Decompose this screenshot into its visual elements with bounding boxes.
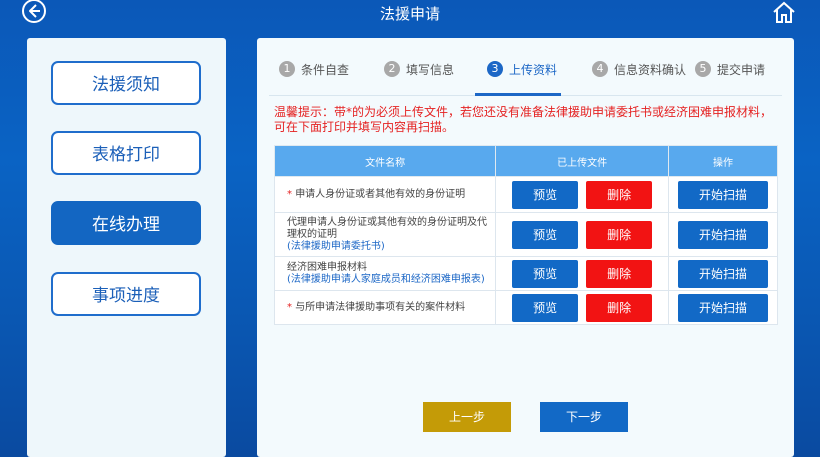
next-step-button[interactable]: 下一步	[540, 402, 628, 432]
preview-button[interactable]: 预览	[512, 220, 579, 249]
start-scan-button[interactable]: 开始扫描	[678, 293, 769, 322]
column-header-action: 操作	[668, 145, 778, 177]
step-4: 4 信息资料确认	[592, 60, 686, 78]
step-label: 填写信息	[406, 62, 455, 77]
table-row: * 与所申请法律援助事项有关的案件材料 预览 删除 开始扫描	[273, 290, 778, 325]
prev-step-button[interactable]: 上一步	[423, 402, 511, 432]
tip-text: 温馨提示：带*的为必须上传文件，若您还没有准备法律援助申请委托书或经济困难申报材…	[274, 105, 773, 134]
preview-button[interactable]: 预览	[512, 180, 579, 209]
step-number: 3	[487, 61, 503, 77]
file-name-cell: * 申请人身份证或者其他有效的身份证明	[273, 176, 497, 213]
sidebar-item-notice[interactable]: 法援须知	[51, 61, 201, 105]
step-indicator: 1 条件自查 2 填写信息 3 上传资料 4 信息资料确认 5 提交申请	[257, 38, 794, 96]
uploaded-cell: 预览 删除	[495, 290, 670, 325]
page-title: 法援申请	[379, 5, 440, 23]
step-label: 提交申请	[717, 62, 766, 77]
action-cell: 开始扫描	[668, 290, 778, 325]
step-1: 1 条件自查	[279, 60, 349, 78]
table-header: 文件名称 已上传文件 操作	[273, 145, 778, 177]
required-mark: *	[287, 301, 296, 313]
step-5: 5 提交申请	[695, 60, 765, 78]
sidebar-item-progress[interactable]: 事项进度	[51, 272, 201, 316]
delete-button[interactable]: 删除	[586, 259, 653, 288]
start-scan-button[interactable]: 开始扫描	[678, 220, 769, 249]
step-label: 上传资料	[509, 62, 558, 77]
step-number: 4	[592, 61, 608, 77]
file-name: 代理申请人身份证或其他有效的身份证明及代理权的证明	[287, 216, 487, 240]
main-panel: 1 条件自查 2 填写信息 3 上传资料 4 信息资料确认 5 提交申请 温馨提…	[257, 38, 794, 457]
column-header-name: 文件名称	[273, 145, 497, 177]
start-scan-button[interactable]: 开始扫描	[678, 180, 769, 209]
delete-button[interactable]: 删除	[586, 180, 653, 209]
home-icon[interactable]	[770, 0, 798, 26]
file-name-cell: 代理申请人身份证或其他有效的身份证明及代理权的证明 (法律援助申请委托书)	[273, 212, 497, 257]
step-number: 2	[384, 61, 400, 77]
preview-button[interactable]: 预览	[512, 259, 579, 288]
table-row: * 申请人身份证或者其他有效的身份证明 预览 删除 开始扫描	[273, 176, 778, 213]
uploaded-cell: 预览 删除	[495, 176, 670, 213]
step-number: 5	[695, 61, 711, 77]
sidebar-item-online-apply[interactable]: 在线办理	[51, 201, 201, 245]
table-row: 代理申请人身份证或其他有效的身份证明及代理权的证明 (法律援助申请委托书) 预览 …	[273, 212, 778, 257]
file-subtitle: (法律援助申请人家庭成员和经济困难申报表)	[287, 273, 485, 285]
file-name: 与所申请法律援助事项有关的案件材料	[295, 301, 466, 313]
upload-table: 文件名称 已上传文件 操作 * 申请人身份证或者其他有效的身份证明 预览 删除 …	[273, 145, 778, 325]
table-row: 经济困难申报材料 (法律援助申请人家庭成员和经济困难申报表) 预览 删除 开始扫描	[273, 256, 778, 291]
required-mark: *	[287, 188, 296, 200]
sidebar-item-print-forms[interactable]: 表格打印	[51, 131, 201, 175]
file-subtitle: (法律援助申请委托书)	[287, 240, 385, 252]
step-label: 条件自查	[301, 62, 350, 77]
uploaded-cell: 预览 删除	[495, 212, 670, 257]
step-2: 2 填写信息	[384, 60, 454, 78]
file-name: 申请人身份证或者其他有效的身份证明	[295, 188, 466, 200]
column-header-uploaded: 已上传文件	[495, 145, 670, 177]
step-3: 3 上传资料	[487, 60, 557, 78]
top-bar: 法援申请	[0, 0, 820, 30]
file-name-cell: 经济困难申报材料 (法律援助申请人家庭成员和经济困难申报表)	[273, 256, 497, 291]
step-number: 1	[279, 61, 295, 77]
sidebar: 法援须知 表格打印 在线办理 事项进度	[27, 38, 226, 457]
active-step-underline	[475, 93, 561, 96]
preview-button[interactable]: 预览	[512, 293, 579, 322]
action-cell: 开始扫描	[668, 176, 778, 213]
uploaded-cell: 预览 删除	[495, 256, 670, 291]
file-name-cell: * 与所申请法律援助事项有关的案件材料	[273, 290, 497, 325]
file-name: 经济困难申报材料	[287, 261, 367, 273]
delete-button[interactable]: 删除	[586, 293, 653, 322]
start-scan-button[interactable]: 开始扫描	[678, 259, 769, 288]
step-label: 信息资料确认	[614, 62, 687, 77]
action-cell: 开始扫描	[668, 212, 778, 257]
delete-button[interactable]: 删除	[586, 220, 653, 249]
action-cell: 开始扫描	[668, 256, 778, 291]
